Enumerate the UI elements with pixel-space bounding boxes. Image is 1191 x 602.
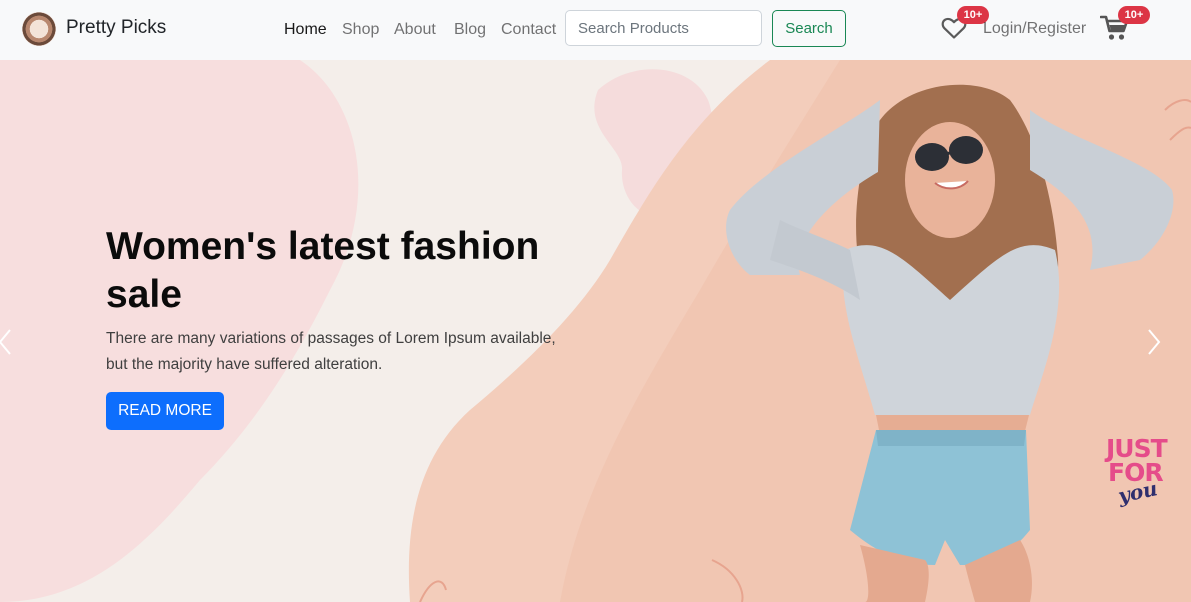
nav-link-contact[interactable]: Contact xyxy=(501,20,556,40)
nav-link-home[interactable]: Home xyxy=(284,20,327,40)
just-for-you-stamp: JUST FOR you xyxy=(1104,436,1168,516)
hero-title: Women's latest fashion sale xyxy=(106,225,540,316)
search-button[interactable]: Search xyxy=(772,10,846,47)
navbar: Pretty Picks Home Shop About Blog Contac… xyxy=(0,0,1191,60)
login-register-link[interactable]: Login/Register xyxy=(983,19,1086,39)
brand-name[interactable]: Pretty Picks xyxy=(66,17,166,39)
nav-link-blog[interactable]: Blog xyxy=(454,20,486,40)
cart-badge: 10+ xyxy=(1118,6,1150,24)
hero-description: There are many variations of passages of… xyxy=(106,330,556,373)
hero-carousel: Women's latest fashion sale There are ma… xyxy=(0,60,1191,602)
carousel-prev-button[interactable] xyxy=(0,322,20,362)
brand-logo[interactable] xyxy=(22,12,56,46)
chevron-left-icon xyxy=(0,329,11,355)
chevron-right-icon xyxy=(1148,329,1161,355)
nav-link-shop[interactable]: Shop xyxy=(342,20,379,40)
nav-link-about[interactable]: About xyxy=(394,20,436,40)
carousel-next-button[interactable] xyxy=(1145,322,1169,362)
search-input[interactable] xyxy=(565,10,762,46)
read-more-button[interactable]: READ MORE xyxy=(106,392,224,430)
